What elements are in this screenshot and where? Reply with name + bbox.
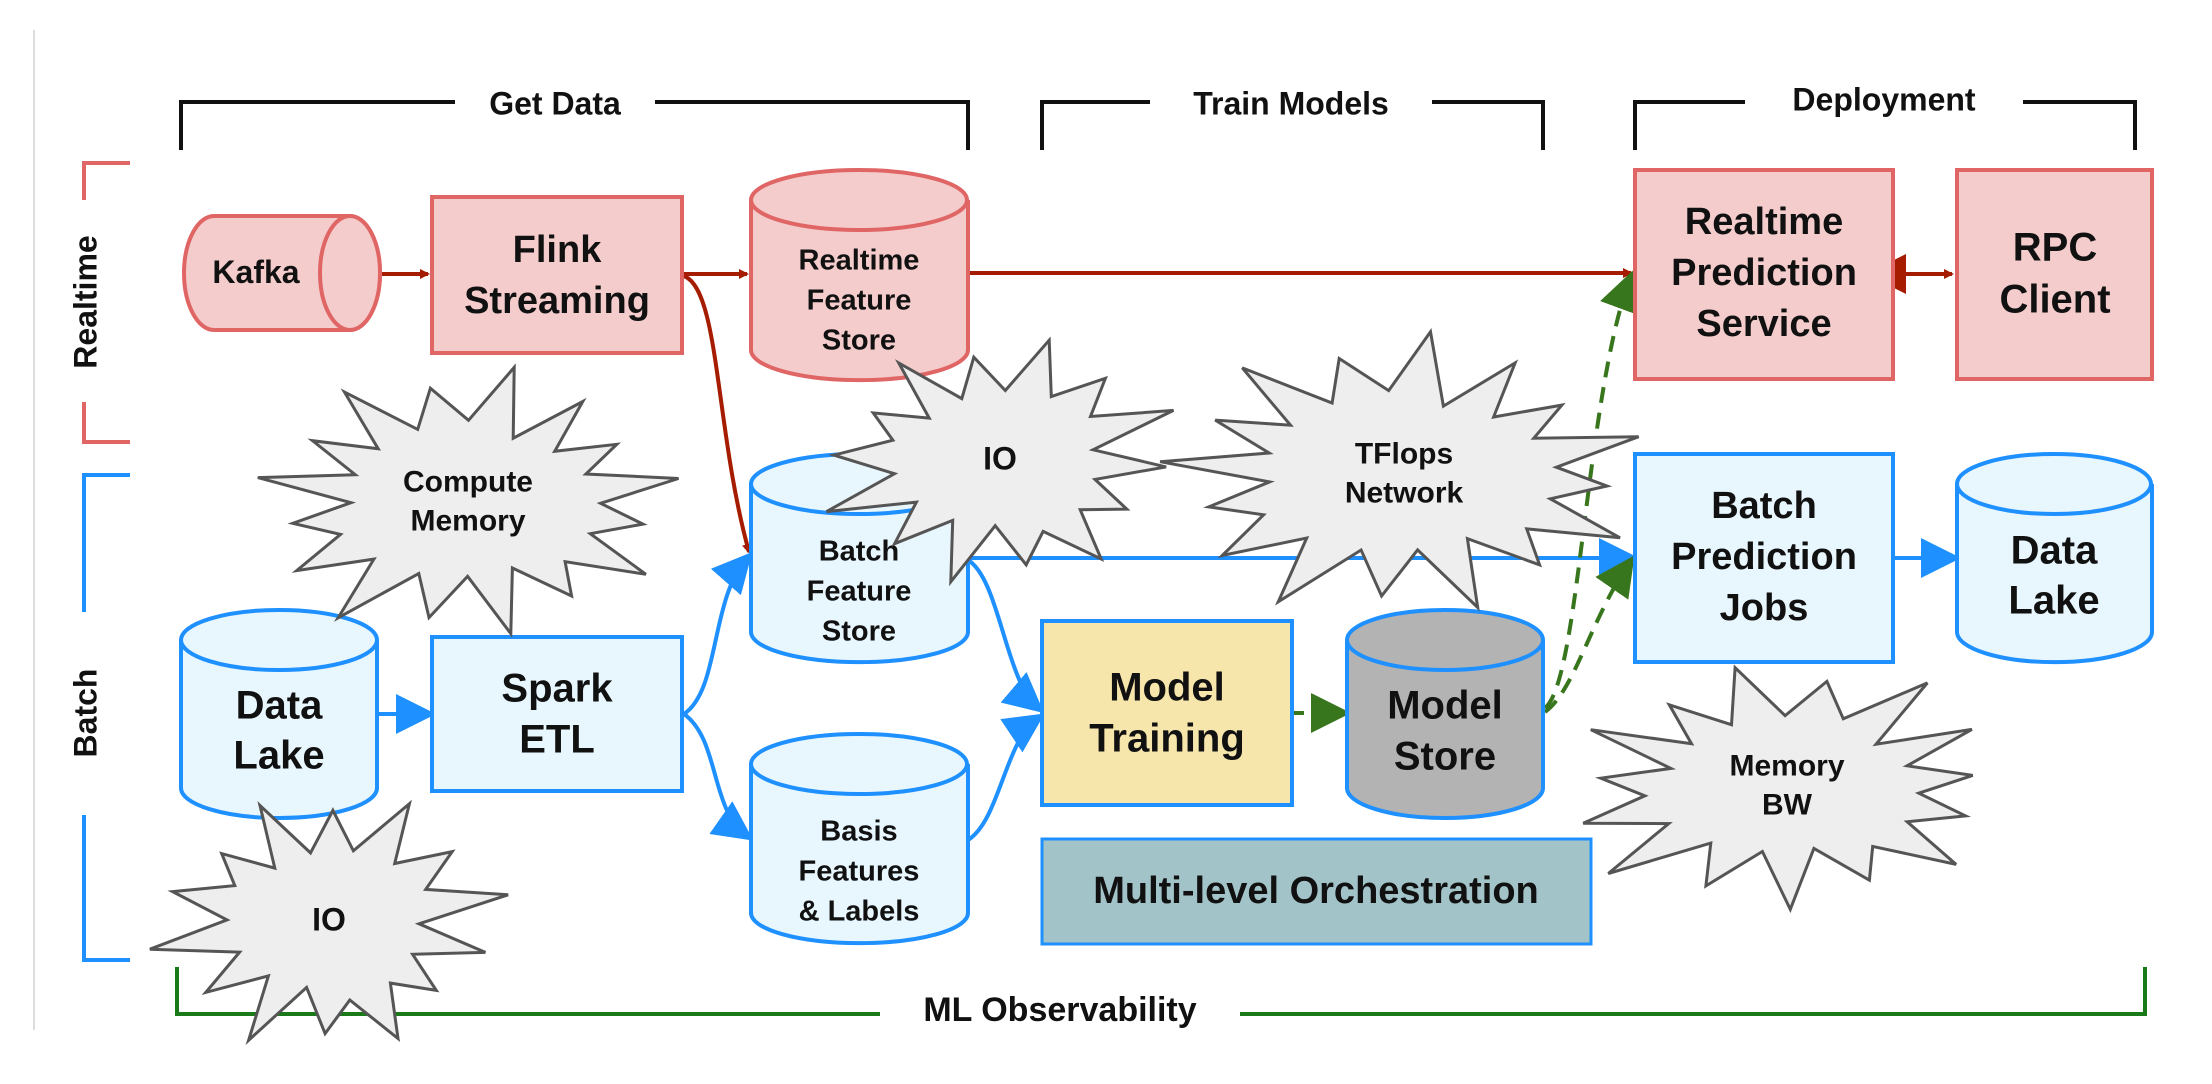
arrow-model-store-to-batch-prediction — [1543, 555, 1635, 714]
lane-bracket-realtime: Realtime — [67, 161, 130, 444]
node-model-store-line2: Store — [1394, 735, 1496, 779]
node-bfs-line1: Batch — [819, 536, 900, 568]
node-multi-level-orchestration[interactable]: Multi-level Orchestration — [1040, 837, 1593, 946]
node-training-line2: Training — [1089, 717, 1245, 761]
node-dli-line2: Lake — [233, 734, 324, 778]
lane-label-realtime: Realtime — [67, 235, 103, 368]
node-dli-line1: Data — [236, 684, 323, 728]
burst-tflops-network: TFlops Network — [1159, 327, 1640, 612]
node-bfs-line2: Feature — [807, 576, 912, 608]
node-rps-line1: Realtime — [1685, 201, 1843, 243]
burst-label: BW — [1762, 788, 1813, 821]
node-rpc-client[interactable]: RPC Client — [1955, 168, 2154, 381]
node-realtime-prediction-service[interactable]: Realtime Prediction Service — [1633, 168, 1895, 381]
node-dlo-line1: Data — [2011, 529, 2098, 573]
arrow-spark-to-batch-store — [682, 551, 753, 716]
node-bpj-line3: Jobs — [1720, 587, 1809, 629]
node-flink-line1: Flink — [513, 229, 603, 271]
node-realtime-feature-store[interactable]: Realtime Feature Store — [749, 168, 970, 383]
node-flink-streaming[interactable]: Flink Streaming — [430, 195, 684, 355]
node-bfs-line3: Store — [822, 616, 896, 648]
node-rps-line3: Service — [1696, 303, 1831, 345]
node-model-training[interactable]: Model Training — [1040, 619, 1294, 807]
burst-label: IO — [983, 440, 1017, 476]
node-kafka-label: Kafka — [212, 254, 299, 290]
observability-bracket: ML Observability — [175, 967, 2147, 1029]
node-rps-line2: Prediction — [1671, 252, 1857, 294]
node-bpj-line1: Batch — [1711, 485, 1817, 527]
burst-label: IO — [312, 901, 346, 937]
node-basis-line1: Basis — [820, 816, 897, 848]
observability-label: ML Observability — [923, 991, 1196, 1029]
node-spark-line2: ETL — [519, 718, 595, 762]
node-basis-line3: & Labels — [799, 896, 920, 928]
node-basis-features-labels[interactable]: Basis Features & Labels — [749, 732, 970, 946]
lane-bracket-batch: Batch — [67, 473, 130, 962]
node-data-lake-output[interactable]: Data Lake — [1955, 452, 2154, 665]
node-rfs-line1: Realtime — [799, 245, 920, 277]
node-basis-line2: Features — [799, 856, 920, 888]
node-bpj-line2: Prediction — [1671, 536, 1857, 578]
node-batch-prediction-jobs[interactable]: Batch Prediction Jobs — [1633, 452, 1895, 664]
burst-label: TFlops — [1355, 437, 1453, 470]
node-model-store-line1: Model — [1387, 684, 1503, 728]
node-model-store[interactable]: Model Store — [1345, 608, 1545, 820]
burst-label: Memory — [1729, 749, 1844, 782]
burst-memory-bw: Memory BW — [1582, 664, 1974, 914]
node-orchestration-label: Multi-level Orchestration — [1093, 870, 1539, 912]
ml-pipeline-diagram: Get Data Train Models Deployment Realtim… — [33, 30, 2154, 1046]
node-flink-line2: Streaming — [464, 280, 650, 322]
stage-bracket-train-models: Train Models — [1040, 85, 1545, 150]
burst-label: Compute — [403, 465, 533, 498]
stage-bracket-deployment: Deployment — [1633, 81, 2137, 150]
node-rfs-line2: Feature — [807, 285, 912, 317]
burst-label: Memory — [410, 504, 525, 537]
node-spark-etl[interactable]: Spark ETL — [430, 635, 684, 793]
stage-bracket-get-data: Get Data — [179, 85, 970, 150]
node-training-line1: Model — [1109, 666, 1225, 710]
node-dlo-line2: Lake — [2008, 579, 2099, 623]
arrow-spark-to-basis-features — [682, 712, 754, 841]
node-rpc-line1: RPC — [2013, 226, 2097, 270]
burst-io-bottom: IO — [149, 799, 509, 1046]
node-rpc-line2: Client — [1999, 278, 2110, 322]
node-kafka[interactable]: Kafka — [182, 214, 382, 332]
stage-label-deployment: Deployment — [1792, 81, 1975, 117]
arrow-flink-to-batch-store — [683, 274, 752, 554]
node-spark-line1: Spark — [501, 667, 613, 711]
burst-compute-memory: Compute Memory — [257, 363, 679, 638]
burst-shape — [257, 363, 679, 638]
stage-label-train-models: Train Models — [1193, 85, 1389, 121]
burst-label: Network — [1345, 476, 1464, 509]
arrow-batch-store-to-training — [966, 558, 1045, 714]
lane-label-batch: Batch — [67, 669, 103, 758]
arrow-basis-to-training — [966, 713, 1045, 842]
node-data-lake-input[interactable]: Data Lake — [179, 608, 379, 820]
stage-label-get-data: Get Data — [489, 85, 621, 121]
node-rfs-line3: Store — [822, 325, 896, 357]
